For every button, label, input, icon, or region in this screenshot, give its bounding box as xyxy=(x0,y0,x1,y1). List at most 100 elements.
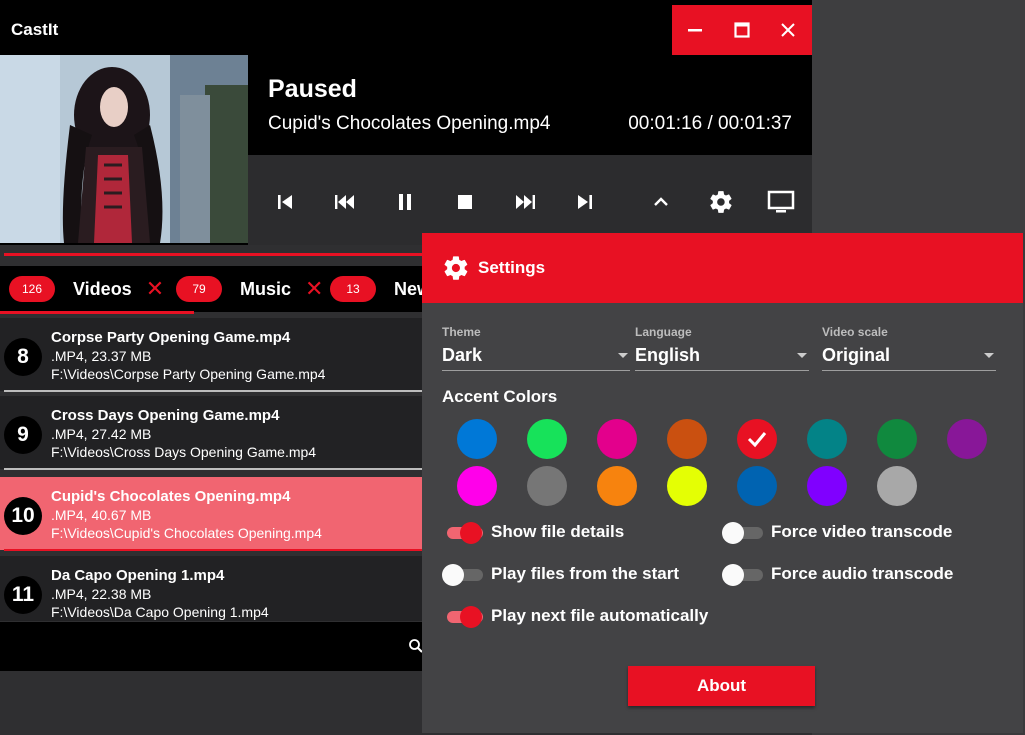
play-next-setting[interactable]: Play next file automatically xyxy=(442,605,709,628)
accent-color-swatch[interactable] xyxy=(667,419,707,459)
row-divider xyxy=(4,468,422,470)
accent-color-swatch[interactable] xyxy=(807,419,847,459)
skip-to-start-icon xyxy=(278,195,292,209)
tab-new[interactable]: 13 New xyxy=(330,266,431,312)
checkmark-icon xyxy=(747,432,767,448)
accent-color-swatch[interactable] xyxy=(947,419,987,459)
next-button[interactable] xyxy=(510,187,540,217)
show-file-details-toggle[interactable] xyxy=(442,521,483,544)
file-path: F:\Videos\Cross Days Opening Game.mp4 xyxy=(51,444,317,460)
progress-line xyxy=(4,253,422,256)
accent-color-swatch[interactable] xyxy=(527,466,567,506)
language-value-text: English xyxy=(635,345,701,365)
pause-button[interactable] xyxy=(390,187,420,217)
list-item-selected[interactable]: 10 Cupid's Chocolates Opening.mp4 .MP4, … xyxy=(0,477,422,551)
accent-color-swatch[interactable] xyxy=(877,466,917,506)
accent-color-swatch[interactable] xyxy=(877,419,917,459)
desktop-background xyxy=(812,0,1025,233)
gear-icon xyxy=(710,191,732,213)
stop-button[interactable] xyxy=(450,187,480,217)
language-select[interactable]: Language English xyxy=(635,325,809,371)
close-tab-icon[interactable]: ✕ xyxy=(305,276,323,302)
file-title: Da Capo Opening 1.mp4 xyxy=(51,567,225,584)
stop-icon xyxy=(458,195,472,209)
play-from-start-toggle[interactable] xyxy=(442,563,483,586)
force-audio-transcode-setting[interactable]: Force audio transcode xyxy=(722,563,954,586)
language-value[interactable]: English xyxy=(635,345,809,371)
theme-value-text: Dark xyxy=(442,345,483,365)
pause-icon xyxy=(399,194,411,210)
settings-title: Settings xyxy=(478,258,546,277)
maximize-button[interactable] xyxy=(719,5,766,55)
bottom-bar xyxy=(0,622,423,671)
go-to-start-button[interactable] xyxy=(270,187,300,217)
close-tab-icon[interactable]: ✕ xyxy=(146,276,164,302)
gear-icon xyxy=(444,256,468,280)
current-file-name: Cupid's Chocolates Opening.mp4 xyxy=(268,113,551,134)
player-section: Paused Cupid's Chocolates Opening.mp4 00… xyxy=(0,55,812,245)
file-path: F:\Videos\Cupid's Chocolates Opening.mp4 xyxy=(51,525,322,541)
go-to-end-button[interactable] xyxy=(570,187,600,217)
video-scale-select[interactable]: Video scale Original xyxy=(822,325,996,371)
expand-up-button[interactable] xyxy=(646,187,676,217)
accent-color-swatch[interactable] xyxy=(807,466,847,506)
list-item[interactable]: 11 Da Capo Opening 1.mp4 .MP4, 22.38 MB … xyxy=(0,556,422,621)
skip-to-end-icon xyxy=(578,195,592,209)
active-tab-indicator xyxy=(0,311,194,314)
cast-devices-button[interactable] xyxy=(766,187,796,217)
accent-color-swatch[interactable] xyxy=(597,419,637,459)
file-title: Cross Days Opening Game.mp4 xyxy=(51,407,280,424)
previous-button[interactable] xyxy=(330,187,360,217)
accent-color-swatch[interactable] xyxy=(737,466,777,506)
list-item[interactable]: 8 Corpse Party Opening Game.mp4 .MP4, 23… xyxy=(0,318,422,392)
tab-count-badge: 79 xyxy=(176,276,222,302)
accent-color-swatch[interactable] xyxy=(527,419,567,459)
force-audio-transcode-label: Force audio transcode xyxy=(771,564,954,583)
file-title: Cupid's Chocolates Opening.mp4 xyxy=(51,488,291,505)
force-audio-transcode-toggle[interactable] xyxy=(722,563,763,586)
about-button[interactable]: About xyxy=(628,666,815,706)
minimize-button[interactable] xyxy=(672,5,719,55)
theme-select[interactable]: Theme Dark xyxy=(442,325,630,371)
play-next-toggle[interactable] xyxy=(442,605,483,628)
language-label: Language xyxy=(635,325,692,339)
show-file-details-setting[interactable]: Show file details xyxy=(442,521,625,544)
player-controls xyxy=(248,155,812,245)
row-divider xyxy=(4,390,422,392)
maximize-icon xyxy=(734,22,750,38)
close-button[interactable] xyxy=(765,5,812,55)
play-next-label: Play next file automatically xyxy=(491,606,709,625)
file-title: Corpse Party Opening Game.mp4 xyxy=(51,329,291,346)
force-video-transcode-setting[interactable]: Force video transcode xyxy=(722,521,953,544)
play-from-start-setting[interactable]: Play files from the start xyxy=(442,563,680,586)
force-video-transcode-label: Force video transcode xyxy=(771,522,953,541)
previous-icon xyxy=(335,195,354,209)
force-video-transcode-toggle[interactable] xyxy=(722,521,763,544)
total-time: 00:01:37 xyxy=(718,113,792,134)
tab-music[interactable]: 79 Music ✕ xyxy=(176,266,323,312)
show-file-details-label: Show file details xyxy=(491,522,625,541)
play-from-start-label: Play files from the start xyxy=(491,564,680,583)
tab-count-badge: 126 xyxy=(9,276,55,302)
settings-header: Settings xyxy=(422,233,1023,303)
accent-color-swatch[interactable] xyxy=(667,466,707,506)
elapsed-time: 00:01:16 xyxy=(628,113,703,134)
video-scale-value[interactable]: Original xyxy=(822,345,996,371)
monitor-icon xyxy=(767,190,795,213)
dropdown-arrow-icon xyxy=(797,353,807,358)
theme-value[interactable]: Dark xyxy=(442,345,630,371)
accent-color-swatch[interactable] xyxy=(457,419,497,459)
list-item[interactable]: 9 Cross Days Opening Game.mp4 .MP4, 27.4… xyxy=(0,396,422,470)
app-title: CastIt xyxy=(11,20,59,39)
accent-colors-title: Accent Colors xyxy=(442,387,558,406)
settings-button[interactable] xyxy=(706,187,736,217)
window-controls xyxy=(672,5,812,55)
accent-color-swatch[interactable] xyxy=(597,466,637,506)
accent-color-swatch[interactable] xyxy=(457,466,497,506)
tab-count-badge: 13 xyxy=(330,276,376,302)
theme-label: Theme xyxy=(442,325,481,339)
file-position: 10 xyxy=(4,497,42,535)
accent-color-swatch[interactable] xyxy=(737,419,777,459)
chevron-up-icon xyxy=(654,197,668,206)
tab-videos[interactable]: 126 Videos ✕ xyxy=(9,266,164,312)
